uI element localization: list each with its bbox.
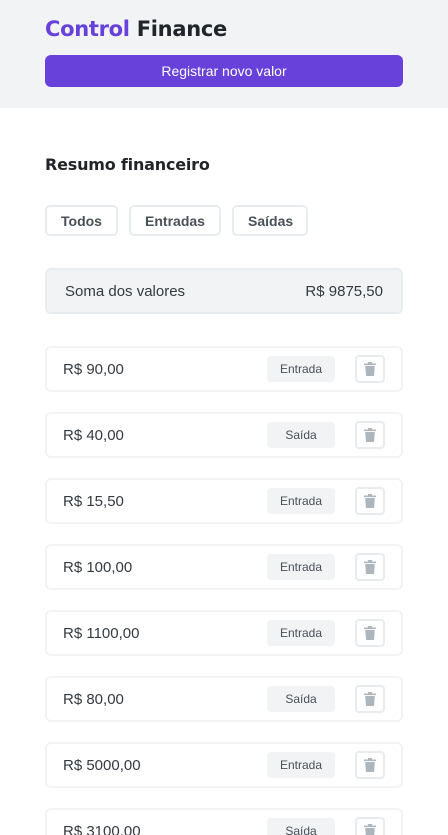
brand-rest-text: Finance: [129, 17, 228, 41]
entry-type-badge: Entrada: [267, 356, 335, 382]
sum-panel: Soma dos valores R$ 9875,50: [45, 268, 403, 314]
entry-type-badge: Entrada: [267, 488, 335, 514]
entry-type-badge: Saída: [267, 686, 335, 712]
entries-list: R$ 90,00 Entrada R$ 40,00 Saída R$ 15,50…: [45, 346, 403, 835]
filter-all-button[interactable]: Todos: [45, 205, 118, 236]
delete-entry-button[interactable]: [355, 817, 385, 835]
trash-icon: [364, 560, 376, 574]
brand-accent-text: Control: [45, 17, 130, 41]
trash-icon: [364, 626, 376, 640]
entry-row: R$ 3100,00 Saída: [45, 808, 403, 835]
app-header: Control Finance Registrar novo valor: [0, 0, 448, 108]
trash-icon: [364, 692, 376, 706]
entry-type-badge: Saída: [267, 818, 335, 835]
sum-value: R$ 9875,50: [305, 282, 383, 300]
entry-type-badge: Entrada: [267, 752, 335, 778]
entry-value: R$ 1100,00: [63, 624, 140, 642]
entry-value: R$ 100,00: [63, 558, 133, 576]
delete-entry-button[interactable]: [355, 619, 385, 647]
entry-type-badge: Saída: [267, 422, 335, 448]
main-content: Resumo financeiro Todos Entradas Saídas …: [0, 155, 448, 835]
delete-entry-button[interactable]: [355, 355, 385, 383]
entry-row: R$ 40,00 Saída: [45, 412, 403, 458]
entry-row: R$ 90,00 Entrada: [45, 346, 403, 392]
entry-value: R$ 90,00: [63, 360, 124, 378]
trash-icon: [364, 824, 376, 835]
delete-entry-button[interactable]: [355, 685, 385, 713]
entry-value: R$ 80,00: [63, 690, 124, 708]
entry-row: R$ 100,00 Entrada: [45, 544, 403, 590]
section-title: Resumo financeiro: [45, 155, 210, 174]
trash-icon: [364, 758, 376, 772]
trash-icon: [364, 362, 376, 376]
delete-entry-button[interactable]: [355, 421, 385, 449]
delete-entry-button[interactable]: [355, 751, 385, 779]
entry-row: R$ 15,50 Entrada: [45, 478, 403, 524]
entry-type-badge: Entrada: [267, 554, 335, 580]
brand-logo: Control Finance: [45, 17, 403, 41]
entry-value: R$ 3100,00: [63, 822, 141, 835]
entry-row: R$ 1100,00 Entrada: [45, 610, 403, 656]
filter-expense-button[interactable]: Saídas: [232, 205, 308, 236]
filter-group: Todos Entradas Saídas: [45, 205, 403, 236]
trash-icon: [364, 428, 376, 442]
filter-income-button[interactable]: Entradas: [129, 205, 221, 236]
register-new-value-button[interactable]: Registrar novo valor: [45, 55, 403, 87]
trash-icon: [364, 494, 376, 508]
entry-value: R$ 40,00: [63, 426, 124, 444]
entry-type-badge: Entrada: [267, 620, 335, 646]
entry-row: R$ 5000,00 Entrada: [45, 742, 403, 788]
delete-entry-button[interactable]: [355, 553, 385, 581]
delete-entry-button[interactable]: [355, 487, 385, 515]
entry-value: R$ 5000,00: [63, 756, 141, 774]
entry-value: R$ 15,50: [63, 492, 124, 510]
sum-label: Soma dos valores: [65, 282, 186, 300]
entry-row: R$ 80,00 Saída: [45, 676, 403, 722]
